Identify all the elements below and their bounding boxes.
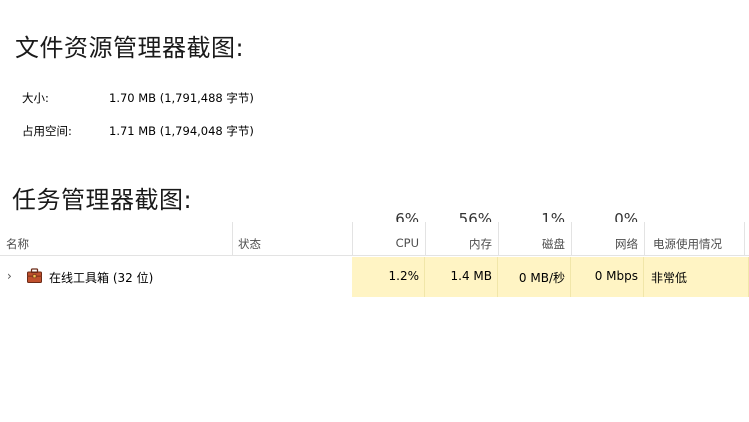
column-header-memory[interactable]: 内存 <box>425 236 492 252</box>
column-header-status[interactable]: 状态 <box>238 236 261 252</box>
task-manager-table: 名称 状态 6% CPU 56% 内存 1% 磁盘 0% 网络 电源使用情况 ›… <box>0 212 749 302</box>
process-name: 在线工具箱 (32 位) <box>49 271 154 285</box>
column-header-disk[interactable]: 磁盘 <box>498 236 565 252</box>
size-label: 大小: <box>22 91 49 105</box>
toolbox-icon <box>27 268 42 283</box>
explorer-section-title: 文件资源管理器截图: <box>15 34 245 62</box>
process-network: 0 Mbps <box>594 269 638 283</box>
memory-percent-header[interactable]: 56% <box>425 212 492 222</box>
expand-chevron-icon[interactable]: › <box>7 269 12 283</box>
column-header-cpu[interactable]: CPU <box>352 236 419 250</box>
disk-usage-value: 1.71 MB (1,794,048 字节) <box>109 124 254 138</box>
disk-percent-header[interactable]: 1% <box>498 212 565 222</box>
process-cpu: 1.2% <box>388 269 420 283</box>
network-percent-header[interactable]: 0% <box>571 212 638 222</box>
column-separator[interactable] <box>232 222 233 256</box>
table-header: 名称 状态 6% CPU 56% 内存 1% 磁盘 0% 网络 电源使用情况 <box>0 212 749 256</box>
disk-usage-label: 占用空间: <box>22 124 72 138</box>
table-row[interactable]: › 在线工具箱 (32 位) 1.2% 1.4 MB 0 MB/秒 0 Mbps… <box>0 257 749 297</box>
size-value: 1.70 MB (1,791,488 字节) <box>109 91 254 105</box>
process-disk: 0 MB/秒 <box>518 271 565 285</box>
column-header-name[interactable]: 名称 <box>6 236 29 252</box>
cpu-percent-header[interactable]: 6% <box>352 212 419 222</box>
taskmgr-section-title: 任务管理器截图: <box>12 186 193 214</box>
column-header-network[interactable]: 网络 <box>571 236 638 252</box>
column-separator[interactable] <box>744 222 745 256</box>
column-header-power[interactable]: 电源使用情况 <box>653 236 722 252</box>
process-power-usage: 非常低 <box>651 271 688 285</box>
process-memory: 1.4 MB <box>450 269 492 283</box>
column-separator[interactable] <box>644 222 645 256</box>
